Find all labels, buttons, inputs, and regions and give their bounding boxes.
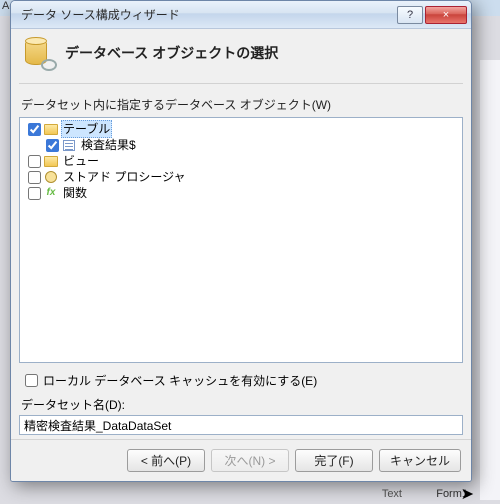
gear-icon — [44, 171, 58, 183]
folder-icon — [44, 123, 58, 135]
next-button: 次へ(N) > — [211, 449, 289, 472]
wizard-button-bar: < 前へ(P) 次へ(N) > 完了(F) キャンセル — [11, 439, 471, 481]
wizard-dialog: データ ソース構成ウィザード ? × データベース オブジェクトの選択 データセ… — [10, 0, 472, 482]
back-button[interactable]: < 前へ(P) — [127, 449, 205, 472]
sheet-checkbox[interactable] — [46, 139, 59, 152]
tree-prompt-label: データセット内に指定するデータベース オブジェクト(W) — [21, 96, 461, 113]
titlebar: データ ソース構成ウィザード ? × — [11, 1, 471, 29]
dataset-name-input[interactable] — [19, 415, 463, 435]
tree-node-views[interactable]: ビュー — [22, 153, 460, 169]
sheet-label[interactable]: 検査結果$ — [79, 137, 138, 153]
local-cache-label: ローカル データベース キャッシュを有効にする(E) — [43, 372, 317, 389]
cancel-button[interactable]: キャンセル — [379, 449, 461, 472]
views-checkbox[interactable] — [28, 155, 41, 168]
tree-node-tables[interactable]: テーブル — [22, 121, 460, 137]
function-icon: fx — [44, 187, 58, 199]
ide-prop-value: Form1 — [436, 488, 468, 500]
tree-node-sheet[interactable]: 検査結果$ — [22, 137, 460, 153]
window-title: データ ソース構成ウィザード — [21, 6, 395, 23]
local-cache-checkbox[interactable] — [25, 374, 38, 387]
views-label[interactable]: ビュー — [61, 153, 101, 169]
db-objects-tree[interactable]: テーブル 検査結果$ ビュー ストアド プロシージャ fx 関数 — [19, 117, 463, 363]
sprocs-checkbox[interactable] — [28, 171, 41, 184]
database-icon — [23, 37, 55, 69]
finish-button[interactable]: 完了(F) — [295, 449, 373, 472]
funcs-label[interactable]: 関数 — [61, 185, 89, 201]
sprocs-label[interactable]: ストアド プロシージャ — [61, 169, 188, 185]
folder-icon — [44, 155, 58, 167]
help-button[interactable]: ? — [397, 6, 423, 24]
tables-checkbox[interactable] — [28, 123, 41, 136]
dataset-name-label: データセット名(D): — [21, 396, 461, 413]
table-icon — [62, 139, 76, 151]
funcs-checkbox[interactable] — [28, 187, 41, 200]
page-title: データベース オブジェクトの選択 — [65, 43, 278, 63]
tables-label[interactable]: テーブル — [61, 120, 112, 138]
tree-node-sprocs[interactable]: ストアド プロシージャ — [22, 169, 460, 185]
close-button[interactable]: × — [425, 6, 467, 24]
tree-node-funcs[interactable]: fx 関数 — [22, 185, 460, 201]
ide-prop-label: Text — [382, 488, 402, 500]
